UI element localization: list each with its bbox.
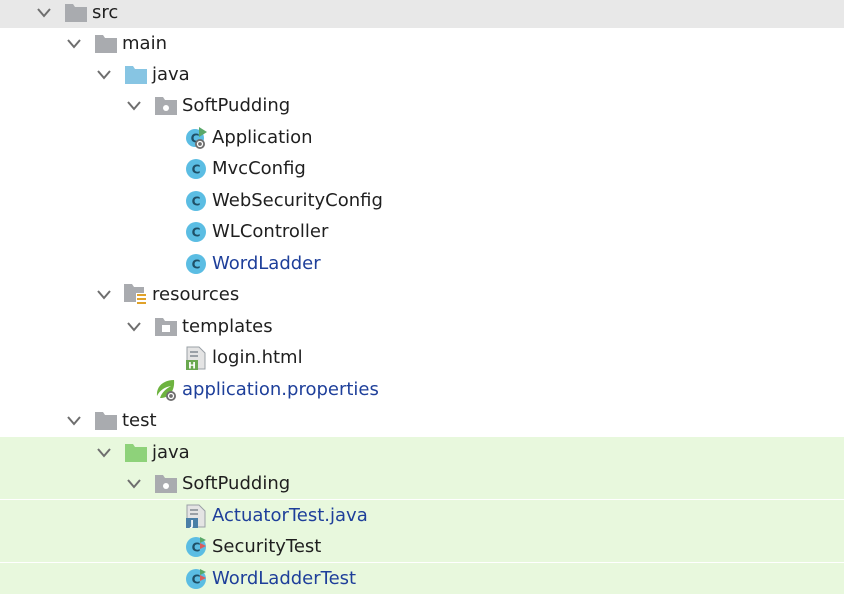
resources-folder-icon — [124, 283, 148, 307]
tree-node-label: ActuatorTest.java — [212, 505, 368, 526]
folder-icon — [154, 315, 178, 339]
chevron-down-icon[interactable] — [126, 319, 142, 335]
package-icon — [154, 94, 178, 118]
tree-node-label: src — [92, 2, 119, 23]
html-file-icon: H — [184, 346, 208, 370]
tree-node-templates[interactable]: templates — [0, 311, 844, 342]
tree-node-label: WLController — [212, 221, 329, 242]
chevron-down-icon[interactable] — [96, 287, 112, 303]
package-icon — [154, 472, 178, 496]
tree-node-application[interactable]: C Application — [0, 122, 844, 153]
class-icon: C — [184, 252, 208, 276]
tree-node-label: application.properties — [182, 379, 379, 400]
tree-node-label: Application — [212, 127, 313, 148]
tree-node-label: WordLadder — [212, 253, 321, 274]
folder-icon — [64, 1, 88, 25]
project-tree: src main java SoftPudding C Application … — [0, 0, 844, 596]
class-icon: C — [184, 189, 208, 213]
tree-node-application-properties[interactable]: application.properties — [0, 374, 844, 405]
chevron-down-icon[interactable] — [36, 5, 52, 21]
tree-node-label: main — [122, 33, 167, 54]
tree-node-test-softpudding[interactable]: SoftPudding — [0, 468, 844, 499]
tree-node-label: templates — [182, 316, 273, 337]
svg-text:C: C — [192, 162, 201, 176]
tree-node-label: MvcConfig — [212, 158, 306, 179]
tree-node-wordladdertest[interactable]: C WordLadderTest — [0, 563, 844, 594]
tree-node-label: SecurityTest — [212, 536, 322, 557]
tree-node-label: login.html — [212, 347, 303, 368]
tree-node-main-java[interactable]: java — [0, 59, 844, 90]
tree-node-label: SoftPudding — [182, 95, 291, 116]
tree-node-label: java — [152, 64, 190, 85]
folder-icon — [94, 409, 118, 433]
tree-node-main-softpudding[interactable]: SoftPudding — [0, 90, 844, 121]
chevron-down-icon[interactable] — [96, 67, 112, 83]
class-icon: C — [184, 220, 208, 244]
source-folder-icon — [124, 63, 148, 87]
tree-node-label: java — [152, 442, 190, 463]
chevron-down-icon[interactable] — [66, 413, 82, 429]
tree-node-login-html[interactable]: H login.html — [0, 342, 844, 373]
test-source-folder-icon — [124, 441, 148, 465]
tree-node-label: WebSecurityConfig — [212, 190, 383, 211]
tree-node-src[interactable]: src — [0, 0, 844, 28]
chevron-down-icon[interactable] — [126, 98, 142, 114]
test-class-icon: C — [184, 567, 208, 591]
tree-node-test[interactable]: test — [0, 405, 844, 436]
test-class-icon: C — [184, 535, 208, 559]
folder-icon — [94, 32, 118, 56]
tree-node-wordladder[interactable]: C WordLadder — [0, 248, 844, 279]
spring-properties-icon — [154, 378, 178, 402]
svg-text:C: C — [192, 540, 201, 554]
spring-boot-class-icon: C — [184, 126, 208, 150]
tree-node-test-java[interactable]: java — [0, 437, 844, 468]
tree-node-label: WordLadderTest — [212, 568, 357, 589]
chevron-down-icon[interactable] — [66, 36, 82, 52]
tree-node-wlcontroller[interactable]: C WLController — [0, 216, 844, 247]
tree-node-actuatortest[interactable]: J ActuatorTest.java — [0, 500, 844, 531]
tree-node-resources[interactable]: resources — [0, 279, 844, 310]
tree-node-main[interactable]: main — [0, 28, 844, 59]
chevron-down-icon[interactable] — [126, 476, 142, 492]
svg-text:H: H — [188, 361, 196, 370]
chevron-down-icon[interactable] — [96, 445, 112, 461]
svg-text:C: C — [192, 257, 201, 271]
svg-text:C: C — [192, 194, 201, 208]
class-icon: C — [184, 157, 208, 181]
tree-node-label: resources — [152, 284, 240, 305]
svg-text:C: C — [192, 572, 201, 586]
svg-text:C: C — [192, 225, 201, 239]
java-file-icon: J — [184, 504, 208, 528]
tree-node-websecurityconfig[interactable]: C WebSecurityConfig — [0, 185, 844, 216]
tree-node-label: test — [122, 410, 157, 431]
svg-text:J: J — [189, 519, 193, 528]
tree-node-mvcconfig[interactable]: C MvcConfig — [0, 153, 844, 184]
tree-node-securitytest[interactable]: C SecurityTest — [0, 531, 844, 562]
tree-node-label: SoftPudding — [182, 473, 291, 494]
